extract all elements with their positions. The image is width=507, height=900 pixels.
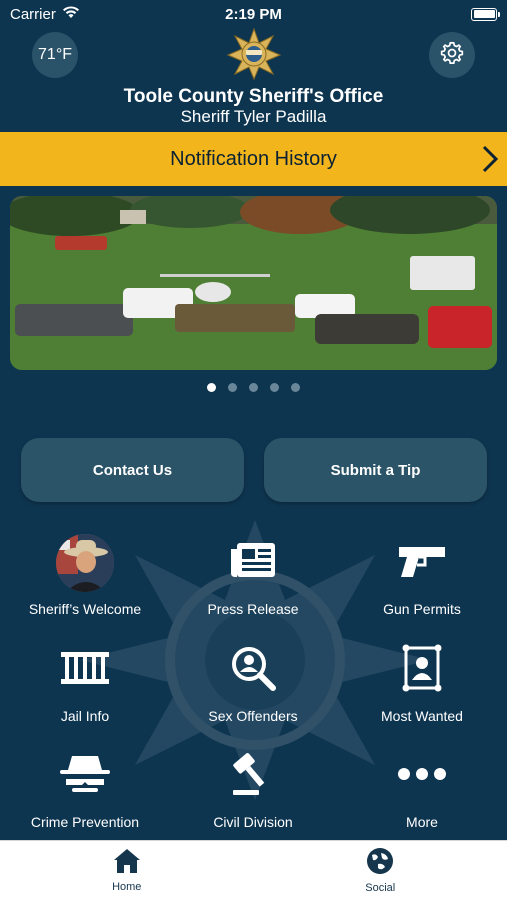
incognito-icon	[58, 754, 112, 799]
carousel-photo	[10, 196, 497, 370]
tab-bar: Home Social	[0, 840, 507, 900]
header: 71°F Toole County Sheriff's Office Sheri…	[0, 27, 507, 132]
tab-social[interactable]: Social	[254, 841, 507, 900]
sheriffs-welcome-item[interactable]: Sheriff’s Welcome	[5, 533, 165, 617]
battery-icon	[471, 7, 500, 21]
most-wanted-item[interactable]: Most Wanted	[342, 640, 502, 724]
gun-icon	[397, 543, 447, 584]
crime-prevention-item[interactable]: Crime Prevention	[5, 746, 165, 830]
page-dot[interactable]	[291, 383, 300, 392]
status-bar: Carrier 2:19 PM	[0, 0, 507, 28]
civil-division-item[interactable]: Civil Division	[173, 746, 333, 830]
gavel-icon	[229, 750, 277, 803]
contact-us-label: Contact Us	[92, 461, 173, 479]
home-icon	[113, 848, 141, 877]
page-title: Toole County Sheriff's Office	[123, 86, 384, 107]
more-icon	[397, 767, 447, 786]
newspaper-icon	[229, 541, 277, 586]
tab-home[interactable]: Home	[0, 841, 254, 900]
clock: 2:19 PM	[225, 5, 282, 23]
settings-button[interactable]	[429, 32, 475, 78]
chevron-right-icon	[481, 144, 499, 180]
jail-info-item[interactable]: Jail Info	[5, 640, 165, 724]
press-release-item[interactable]: Press Release	[173, 533, 333, 617]
jail-icon	[60, 650, 110, 691]
temperature-label: 71°F	[38, 46, 72, 63]
tab-home-label: Home	[112, 881, 142, 893]
gun-permits-item[interactable]: Gun Permits	[342, 533, 502, 617]
grid-label: Press Release	[207, 601, 299, 617]
carousel-page-indicator	[0, 383, 507, 392]
wanted-poster-icon	[402, 644, 442, 697]
grid-label: Most Wanted	[381, 708, 463, 724]
contact-us-button[interactable]: Contact Us	[21, 438, 244, 502]
page-dot[interactable]	[228, 383, 237, 392]
page-dot[interactable]	[207, 383, 216, 392]
submit-tip-label: Submit a Tip	[330, 461, 421, 479]
sheriff-avatar	[56, 534, 114, 592]
sheriff-star-logo	[226, 27, 281, 81]
grid-label: Jail Info	[60, 708, 110, 724]
page-dot[interactable]	[249, 383, 258, 392]
globe-icon	[366, 847, 394, 878]
page-dot[interactable]	[270, 383, 279, 392]
sex-offenders-item[interactable]: Sex Offenders	[173, 640, 333, 724]
submit-tip-button[interactable]: Submit a Tip	[264, 438, 487, 502]
temperature-badge[interactable]: 71°F	[32, 32, 78, 78]
carrier-label: Carrier	[10, 5, 56, 23]
grid-label: Sheriff’s Welcome	[28, 601, 142, 617]
page-subtitle: Sheriff Tyler Padilla	[180, 107, 327, 126]
notification-history-button[interactable]: Notification History	[0, 132, 507, 186]
grid-label: More	[406, 814, 438, 830]
photo-carousel[interactable]	[10, 196, 497, 370]
grid-label: Civil Division	[213, 814, 293, 830]
tab-social-label: Social	[365, 882, 396, 894]
grid-label: Gun Permits	[383, 601, 461, 617]
grid-label: Crime Prevention	[30, 814, 140, 830]
gear-icon	[439, 40, 465, 71]
grid-label: Sex Offenders	[208, 708, 298, 724]
more-item[interactable]: More	[342, 746, 502, 830]
notification-history-label: Notification History	[170, 147, 337, 170]
wifi-icon	[62, 5, 80, 23]
search-person-icon	[230, 645, 276, 696]
